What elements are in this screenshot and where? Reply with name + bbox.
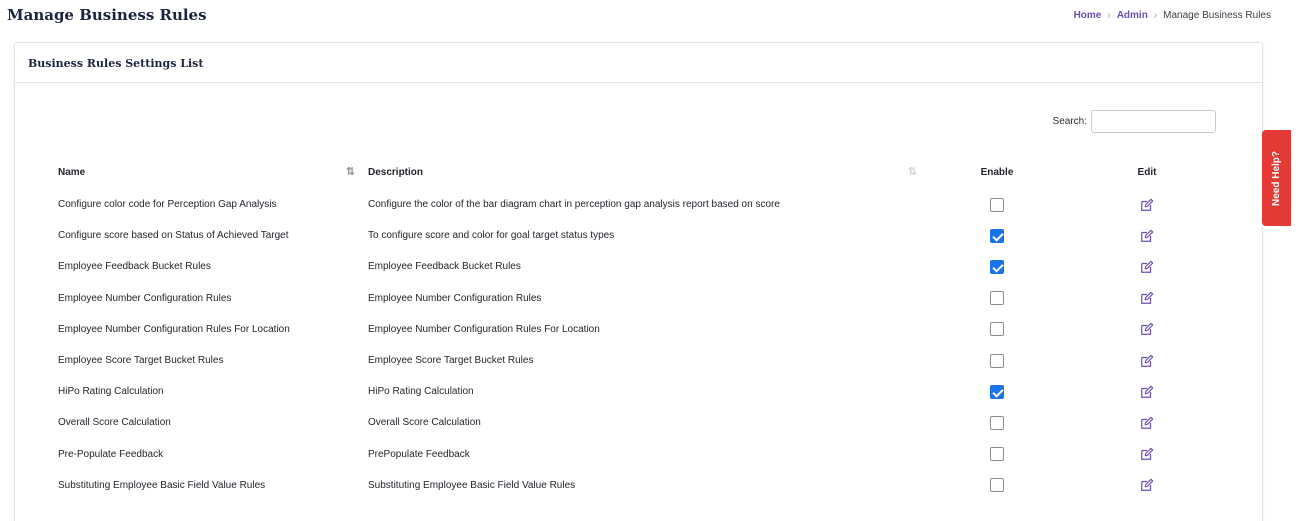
rule-description-cell: Substituting Employee Basic Field Value …	[368, 479, 576, 491]
table-row: HiPo Rating Calculation HiPo Rating Calcu…	[49, 376, 1221, 407]
enable-checkbox[interactable]	[990, 228, 1004, 243]
edit-cell	[1073, 283, 1221, 314]
table-body: Configure color code for Perception Gap …	[49, 189, 1221, 501]
enable-checkbox[interactable]	[990, 415, 1004, 430]
edit-icon[interactable]	[1140, 416, 1154, 430]
edit-cell	[1073, 470, 1221, 501]
rule-name-cell: Configure color code for Perception Gap …	[58, 199, 277, 211]
sort-ascending-icon[interactable]: ⇅	[346, 165, 355, 178]
rule-name-cell: HiPo Rating Calculation	[58, 386, 164, 398]
column-header-enable: Enable	[980, 166, 1014, 178]
edit-icon[interactable]	[1140, 260, 1154, 274]
card-title: Business Rules Settings List	[28, 57, 204, 70]
business-rules-table: Name ⇅ Description ⇅ Enable Edit Configu…	[49, 155, 1221, 501]
table-row: Configure score based on Status of Achie…	[49, 220, 1221, 251]
enable-cell	[921, 439, 1073, 470]
enable-cell	[921, 407, 1073, 438]
search-input[interactable]	[1091, 110, 1216, 133]
edit-icon[interactable]	[1140, 354, 1154, 368]
edit-cell	[1073, 407, 1221, 438]
enable-cell	[921, 189, 1073, 220]
edit-icon[interactable]	[1140, 322, 1154, 336]
edit-cell	[1073, 189, 1221, 220]
column-header-name[interactable]: Name ⇅	[49, 155, 359, 189]
rule-name-cell: Pre-Populate Feedback	[58, 448, 164, 460]
rule-description-cell: Employee Feedback Bucket Rules	[368, 261, 521, 273]
enable-cell	[921, 470, 1073, 501]
enable-cell	[921, 251, 1073, 282]
rule-description-cell: Employee Number Configuration Rules	[368, 292, 542, 304]
rule-name-cell: Overall Score Calculation	[58, 417, 171, 429]
enable-cell	[921, 345, 1073, 376]
enable-checkbox[interactable]	[990, 447, 1004, 462]
column-header-description[interactable]: Description ⇅	[359, 155, 921, 189]
edit-icon[interactable]	[1140, 229, 1154, 243]
rule-name-cell: Employee Number Configuration Rules For …	[58, 323, 290, 335]
rule-description-cell: To configure score and color for goal ta…	[368, 230, 615, 242]
rule-description-cell: Employee Number Configuration Rules For …	[368, 323, 600, 335]
search-row: Search:	[1053, 110, 1216, 133]
rule-description-cell: PrePopulate Feedback	[368, 448, 470, 460]
table-row: Employee Feedback Bucket Rules Employee F…	[49, 251, 1221, 282]
table-row: Overall Score Calculation Overall Score C…	[49, 407, 1221, 438]
table-row: Pre-Populate Feedback PrePopulate Feedbac…	[49, 439, 1221, 470]
enable-checkbox[interactable]	[990, 384, 1004, 399]
need-help-label: Need Help?	[1271, 150, 1283, 206]
enable-cell	[921, 283, 1073, 314]
rule-description-cell: Configure the color of the bar diagram c…	[368, 199, 780, 211]
edit-icon[interactable]	[1140, 291, 1154, 305]
edit-cell	[1073, 251, 1221, 282]
breadcrumb-current: Manage Business Rules	[1163, 10, 1271, 21]
search-label: Search:	[1052, 116, 1087, 127]
rule-description-cell: HiPo Rating Calculation	[368, 386, 474, 398]
page-header: Manage Business Rules Home › Admin › Man…	[0, 0, 1299, 36]
enable-checkbox[interactable]	[990, 197, 1004, 212]
column-header-description-label: Description	[368, 166, 424, 178]
rule-description-cell: Overall Score Calculation	[368, 417, 481, 429]
edit-cell	[1073, 314, 1221, 345]
edit-icon[interactable]	[1140, 385, 1154, 399]
table-row: Substituting Employee Basic Field Value …	[49, 470, 1221, 501]
column-header-name-label: Name	[58, 166, 86, 178]
edit-cell	[1073, 439, 1221, 470]
edit-icon[interactable]	[1140, 447, 1154, 461]
breadcrumb: Home › Admin › Manage Business Rules	[1074, 10, 1271, 21]
enable-checkbox[interactable]	[990, 291, 1004, 306]
table-row: Employee Number Configuration Rules Emplo…	[49, 283, 1221, 314]
chevron-right-icon: ›	[1107, 10, 1111, 21]
rule-name-cell: Employee Feedback Bucket Rules	[58, 261, 211, 273]
need-help-tab[interactable]: Need Help?	[1262, 130, 1291, 226]
enable-checkbox[interactable]	[990, 259, 1004, 274]
table-row: Configure color code for Perception Gap …	[49, 189, 1221, 220]
page-title: Manage Business Rules	[7, 6, 207, 24]
enable-checkbox[interactable]	[990, 322, 1004, 337]
enable-cell	[921, 314, 1073, 345]
card-header: Business Rules Settings List	[15, 43, 1262, 83]
rule-description-cell: Employee Score Target Bucket Rules	[368, 355, 534, 367]
edit-cell	[1073, 345, 1221, 376]
enable-cell	[921, 220, 1073, 251]
business-rules-card: Business Rules Settings List Search: Nam…	[14, 42, 1263, 521]
edit-icon[interactable]	[1140, 478, 1154, 492]
enable-checkbox[interactable]	[990, 353, 1004, 368]
enable-cell	[921, 376, 1073, 407]
breadcrumb-admin-link[interactable]: Admin	[1117, 10, 1148, 21]
rule-name-cell: Employee Number Configuration Rules	[58, 292, 232, 304]
breadcrumb-home-link[interactable]: Home	[1074, 10, 1102, 21]
column-header-edit: Edit	[1137, 166, 1157, 178]
rule-name-cell: Configure score based on Status of Achie…	[58, 230, 289, 242]
edit-cell	[1073, 376, 1221, 407]
rule-name-cell: Substituting Employee Basic Field Value …	[58, 479, 266, 491]
rule-name-cell: Employee Score Target Bucket Rules	[58, 355, 224, 367]
enable-checkbox[interactable]	[990, 478, 1004, 493]
edit-icon[interactable]	[1140, 198, 1154, 212]
table-row: Employee Score Target Bucket Rules Employ…	[49, 345, 1221, 376]
table-row: Employee Number Configuration Rules For …	[49, 314, 1221, 345]
table-header-row: Name ⇅ Description ⇅ Enable Edit	[49, 155, 1221, 189]
chevron-right-icon: ›	[1153, 10, 1158, 21]
edit-cell	[1073, 220, 1221, 251]
sort-icon[interactable]: ⇅	[908, 165, 917, 178]
